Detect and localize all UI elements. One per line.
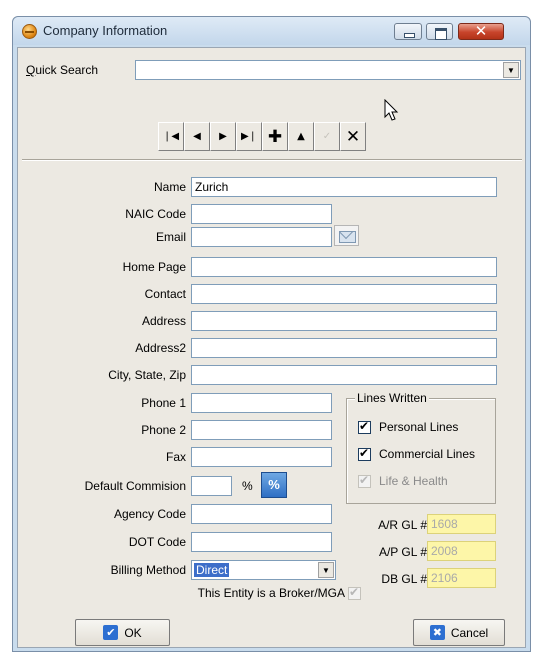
broker-mga-checkbox[interactable] <box>348 585 361 600</box>
divider <box>22 159 522 161</box>
dot-code-label: DOT Code <box>128 535 186 549</box>
home-page-label: Home Page <box>122 260 186 274</box>
address2-field[interactable] <box>191 338 497 358</box>
mouse-pointer-icon <box>384 99 399 121</box>
previous-record-button[interactable]: ◀ <box>184 122 210 151</box>
app-icon <box>22 24 37 39</box>
lines-written-title: Lines Written <box>355 391 429 405</box>
personal-lines-checkbox[interactable] <box>358 419 371 434</box>
ar-gl-field[interactable]: 1608 <box>427 514 496 534</box>
form-body: Quick Search ▼ ❘◀ ◀ ▶ ▶❘ ✚ ▲ ✓ ✕ Name Zu… <box>17 47 526 648</box>
billing-method-value: Direct <box>194 563 230 577</box>
default-commission-field[interactable] <box>191 476 232 496</box>
cancel-icon: ✖ <box>429 625 445 640</box>
naic-code-label: NAIC Code <box>125 207 186 221</box>
last-record-button[interactable]: ▶❘ <box>236 122 262 151</box>
email-label: Email <box>155 230 186 244</box>
ok-button[interactable]: ✔ OK <box>75 619 170 646</box>
company-information-window: Company Information ✕ Quick Search ▼ ❘◀ … <box>12 16 531 652</box>
db-gl-field[interactable]: 2106 <box>427 568 496 588</box>
contact-field[interactable] <box>191 284 497 304</box>
phone2-field[interactable] <box>191 420 332 440</box>
phone1-field[interactable] <box>191 393 332 413</box>
first-record-button[interactable]: ❘◀ <box>158 122 184 151</box>
address-label: Address <box>141 314 186 328</box>
ar-gl-label: A/R GL # <box>378 518 427 532</box>
address-field[interactable] <box>191 311 497 331</box>
agency-code-label: Agency Code <box>113 507 186 521</box>
calculator-icon[interactable]: % <box>261 472 287 498</box>
title-bar[interactable]: Company Information ✕ <box>13 17 530 45</box>
delete-record-button[interactable]: ✕ <box>340 122 366 151</box>
personal-lines-label: Personal Lines <box>379 420 459 434</box>
close-button[interactable]: ✕ <box>458 22 504 40</box>
ap-gl-label: A/P GL # <box>378 545 427 559</box>
post-record-button[interactable]: ▲ <box>288 122 314 151</box>
percent-sign: % <box>242 479 253 493</box>
edit-record-button[interactable]: ✓ <box>314 122 340 151</box>
phone1-label: Phone 1 <box>141 396 186 410</box>
email-field[interactable] <box>191 227 332 247</box>
city-state-zip-label: City, State, Zip <box>108 368 186 382</box>
quick-search-combobox[interactable]: ▼ <box>135 60 521 80</box>
chevron-down-icon[interactable]: ▼ <box>503 62 519 78</box>
agency-code-field[interactable] <box>191 504 332 524</box>
cancel-button[interactable]: ✖ Cancel <box>413 619 505 646</box>
name-label: Name <box>153 180 186 194</box>
address2-label: Address2 <box>135 341 186 355</box>
ok-button-label: OK <box>124 625 142 640</box>
quick-search-label: Quick Search <box>26 63 99 77</box>
commercial-lines-label: Commercial Lines <box>379 447 476 461</box>
life-health-checkbox[interactable] <box>358 473 371 488</box>
phone2-label: Phone 2 <box>141 423 186 437</box>
chevron-down-icon[interactable]: ▼ <box>318 562 334 578</box>
broker-mga-label: This Entity is a Broker/MGA <box>197 586 345 600</box>
naic-code-field[interactable] <box>191 204 332 224</box>
life-health-label: Life & Health <box>379 474 448 488</box>
email-envelope-icon[interactable] <box>334 225 359 246</box>
cancel-button-label: Cancel <box>450 625 489 640</box>
add-record-button[interactable]: ✚ <box>262 122 288 151</box>
checkmark-icon: ✔ <box>103 625 119 640</box>
fax-field[interactable] <box>191 447 332 467</box>
billing-method-label: Billing Method <box>110 563 186 577</box>
billing-method-select[interactable]: Direct ▼ <box>191 560 336 580</box>
record-navigation-toolbar: ❘◀ ◀ ▶ ▶❘ ✚ ▲ ✓ ✕ <box>158 122 366 151</box>
db-gl-label: DB GL # <box>381 572 427 586</box>
dot-code-field[interactable] <box>191 532 332 552</box>
fax-label: Fax <box>165 450 186 464</box>
next-record-button[interactable]: ▶ <box>210 122 236 151</box>
minimize-button[interactable] <box>394 23 422 40</box>
ap-gl-field[interactable]: 2008 <box>427 541 496 561</box>
close-icon: ✕ <box>474 22 488 40</box>
contact-label: Contact <box>144 287 186 301</box>
maximize-button[interactable] <box>426 23 453 40</box>
name-field[interactable]: Zurich <box>191 177 497 197</box>
commercial-lines-checkbox[interactable] <box>358 446 371 461</box>
window-title: Company Information <box>43 23 168 38</box>
default-commission-label: Default Commision <box>84 479 186 493</box>
home-page-field[interactable] <box>191 257 497 277</box>
city-state-zip-field[interactable] <box>191 365 497 385</box>
